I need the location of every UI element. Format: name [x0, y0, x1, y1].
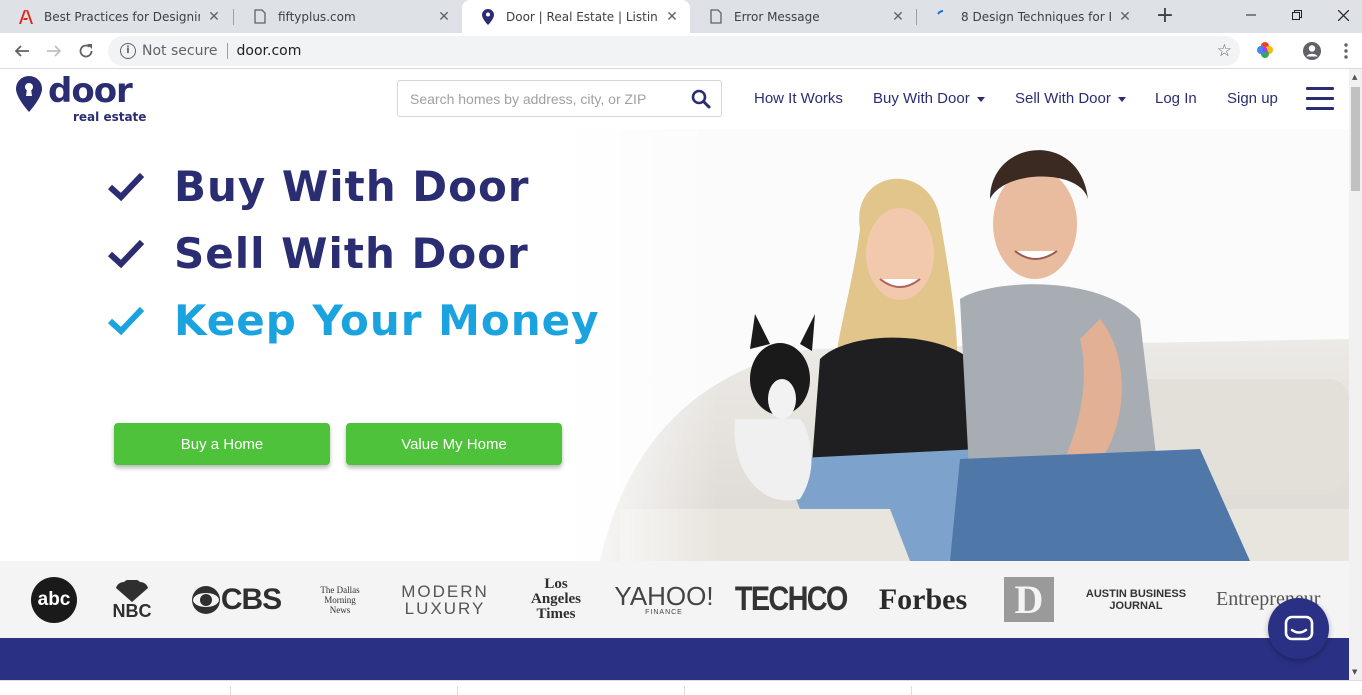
d-magazine-logo: D: [1003, 561, 1055, 638]
headline-text: Keep Your Money: [174, 295, 600, 345]
browser-toolbar: i Not secure door.com ☆: [0, 33, 1362, 69]
profile-avatar-icon[interactable]: [1302, 41, 1322, 61]
logo-subtitle: real estate: [73, 110, 147, 124]
caret-down-icon: [976, 96, 985, 102]
door-logo[interactable]: door real estate: [16, 71, 156, 124]
browser-tab[interactable]: 8 Design Techniques for Photo ✕: [917, 0, 1143, 33]
tab-title: 8 Design Techniques for Photo: [961, 9, 1111, 24]
cbs-eye-icon: [191, 585, 220, 614]
close-icon[interactable]: ✕: [664, 9, 680, 25]
loading-icon: [935, 9, 951, 25]
page-icon: [252, 9, 268, 25]
tab-title: Best Practices for Designing Or: [44, 9, 200, 24]
peacock-icon: [116, 579, 148, 602]
browser-tab[interactable]: Best Practices for Designing Or ✕: [0, 0, 232, 33]
tab-title: Door | Real Estate | Listings, Ho: [506, 9, 658, 24]
logo-word: door: [48, 71, 133, 111]
tab-title: Error Message: [734, 9, 820, 24]
dallas-morning-news-logo: The Dallas Morning News: [320, 584, 360, 615]
nbc-logo: NBC: [108, 561, 156, 638]
cbs-logo: CBS: [186, 561, 286, 638]
press-logo-bar: abc NBC CBS The Dallas Morning News MODE…: [0, 561, 1349, 638]
omnibox-divider: [226, 43, 228, 59]
door-pin-icon: [16, 76, 42, 112]
kebab-menu-icon[interactable]: [1336, 41, 1356, 61]
door-pin-icon: [480, 8, 496, 25]
close-icon[interactable]: ✕: [206, 9, 222, 25]
headline-buy: Buy With Door: [108, 156, 530, 216]
minimize-icon[interactable]: [1228, 0, 1274, 30]
nav-buy-with-door[interactable]: Buy With Door: [873, 90, 985, 107]
scrollbar-thumb[interactable]: [1351, 87, 1360, 191]
forward-arrow-icon[interactable]: [41, 38, 67, 64]
browser-tab[interactable]: Error Message ✕: [690, 0, 916, 33]
nav-how-it-works[interactable]: How It Works: [754, 90, 843, 107]
buy-a-home-button[interactable]: Buy a Home: [114, 423, 330, 465]
chat-icon: [1284, 615, 1313, 640]
reload-icon[interactable]: [73, 38, 99, 64]
new-tab-button[interactable]: +: [1152, 3, 1178, 29]
browser-tab-strip: Best Practices for Designing Or ✕ fiftyp…: [0, 0, 1362, 33]
shelf-divider: [457, 686, 458, 695]
couple-with-dog-photo: [560, 129, 1349, 561]
nav-sign-up[interactable]: Sign up: [1227, 90, 1278, 107]
search-box: [397, 80, 722, 117]
headline-sell: Sell With Door: [108, 223, 529, 283]
close-icon[interactable]: ✕: [890, 9, 906, 25]
abc-logo: abc: [31, 561, 77, 638]
shelf-divider: [684, 686, 685, 695]
close-window-icon[interactable]: [1320, 0, 1362, 30]
nav-sell-with-door[interactable]: Sell With Door: [1015, 90, 1126, 107]
los-angeles-times-logo: Los Angeles Times: [531, 576, 581, 622]
techco-logo: TECHCO: [735, 580, 849, 618]
adobe-icon: [18, 9, 34, 25]
browser-tab[interactable]: fiftyplus.com ✕: [234, 0, 462, 33]
checkmark-icon: [108, 306, 144, 335]
nav-log-in[interactable]: Log In: [1155, 90, 1197, 107]
caret-down-icon: [1117, 96, 1126, 102]
austin-business-journal-logo: AUSTIN BUSINESS JOURNAL: [1085, 587, 1187, 612]
shelf-divider: [230, 686, 231, 695]
yahoo-finance-logo: YAHOO! FINANCE: [614, 581, 714, 616]
hamburger-menu-icon[interactable]: [1306, 87, 1334, 111]
extension-color-icon[interactable]: [1256, 41, 1276, 61]
scroll-down-arrow-icon[interactable]: ▼: [1352, 668, 1357, 676]
forbes-logo: Forbes: [878, 582, 968, 616]
value-my-home-button[interactable]: Value My Home: [346, 423, 562, 465]
browser-tab-active[interactable]: Door | Real Estate | Listings, Ho ✕: [462, 0, 690, 33]
close-icon[interactable]: ✕: [436, 9, 452, 25]
close-icon[interactable]: ✕: [1117, 9, 1133, 25]
url-text[interactable]: door.com: [237, 43, 302, 59]
web-page: door real estate How It Works Buy With D…: [0, 69, 1349, 680]
download-shelf: [0, 680, 1362, 695]
search-icon[interactable]: [691, 89, 711, 109]
chat-launcher-button[interactable]: [1268, 598, 1329, 659]
address-bar[interactable]: i Not secure door.com ☆: [108, 36, 1240, 66]
restore-icon[interactable]: [1274, 0, 1320, 30]
nav-sell-label: Sell With Door: [1015, 90, 1111, 107]
nav-buy-label: Buy With Door: [873, 90, 970, 107]
search-input[interactable]: [398, 81, 678, 116]
site-header: door real estate How It Works Buy With D…: [0, 69, 1349, 129]
back-arrow-icon[interactable]: [9, 38, 35, 64]
checkmark-icon: [108, 239, 144, 268]
shelf-divider: [911, 686, 912, 695]
bookmark-star-icon[interactable]: ☆: [1217, 41, 1232, 61]
headline-text: Buy With Door: [174, 161, 530, 211]
tab-title: fiftyplus.com: [278, 9, 356, 24]
headline-keep-money: Keep Your Money: [108, 290, 600, 350]
checkmark-icon: [108, 172, 144, 201]
scroll-up-arrow-icon[interactable]: ▲: [1352, 73, 1357, 81]
page-icon: [708, 9, 724, 25]
headline-text: Sell With Door: [174, 228, 529, 278]
security-label: Not secure: [142, 43, 218, 59]
info-icon[interactable]: i: [120, 43, 136, 59]
footer-band: [0, 638, 1349, 680]
page-scrollbar[interactable]: ▲ ▼: [1349, 69, 1362, 680]
modern-luxury-logo: MODERN LUXURY: [401, 581, 489, 618]
hero-section: Buy With Door Sell With Door Keep Your M…: [0, 129, 1349, 561]
